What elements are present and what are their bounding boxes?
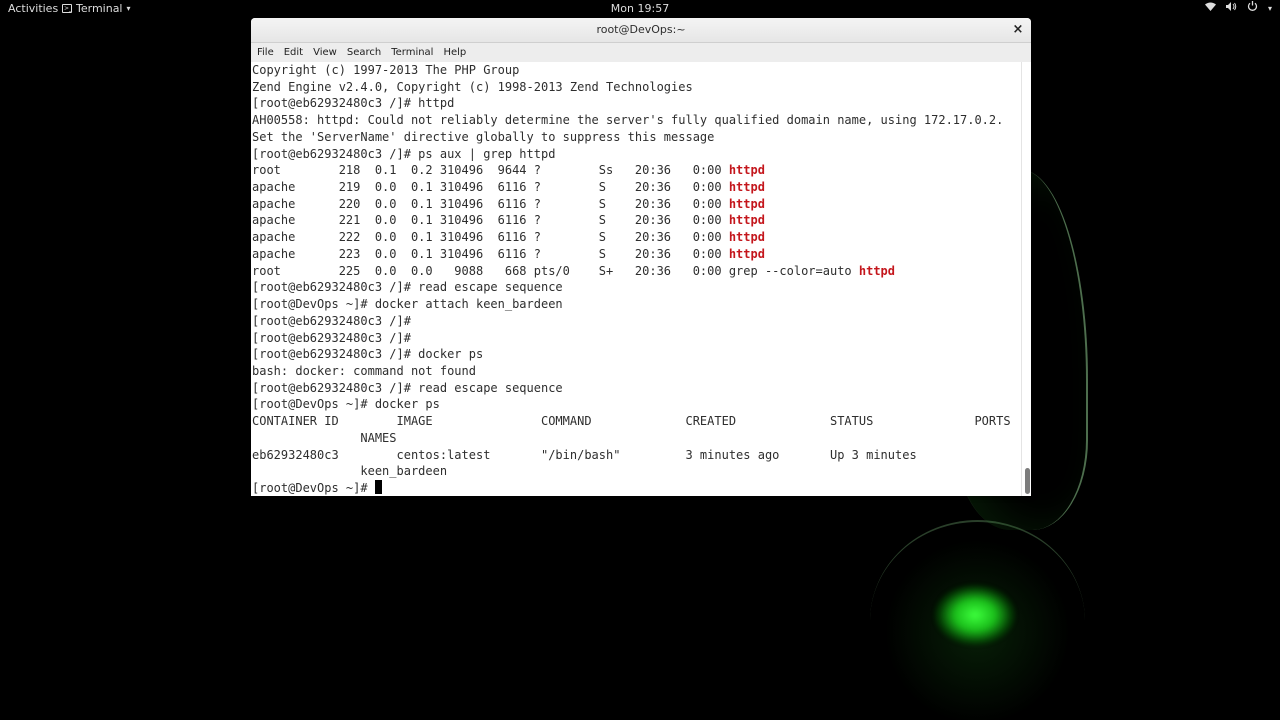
menu-item-edit[interactable]: Edit <box>284 43 308 62</box>
terminal-line-text: apache 223 0.0 0.1 310496 6116 ? S 20:36… <box>252 246 729 261</box>
window-title: root@DevOps:~ <box>596 23 686 36</box>
terminal-prompt-line[interactable]: [root@DevOps ~]# <box>252 479 1022 496</box>
terminal-line: NAMES <box>252 430 1022 447</box>
terminal-line-text: AH00558: httpd: Could not reliably deter… <box>252 113 1004 128</box>
terminal-line: [root@eb62932480c3 /]# httpd <box>252 95 1022 112</box>
terminal-line: [root@eb62932480c3 /]# ps aux | grep htt… <box>252 146 1022 163</box>
menu-item-file[interactable]: File <box>257 43 279 62</box>
terminal-line: [root@eb62932480c3 /]# docker ps <box>252 346 1022 363</box>
grep-match-highlight: httpd <box>728 180 765 195</box>
terminal-line-text: [root@eb62932480c3 /]# docker ps <box>252 347 484 362</box>
power-icon <box>1247 0 1258 17</box>
terminal-line: keen_bardeen <box>252 463 1022 480</box>
volume-icon <box>1225 0 1237 17</box>
grep-match-highlight: httpd <box>728 213 765 228</box>
terminal-line-text: [root@DevOps ~]# docker attach keen_bard… <box>252 297 563 312</box>
clock[interactable]: Mon 19:57 <box>0 0 1280 17</box>
grep-match-highlight: httpd <box>858 263 895 278</box>
close-icon[interactable]: × <box>1011 18 1025 42</box>
terminal-line-text: Copyright (c) 1997-2013 The PHP Group <box>252 63 520 77</box>
terminal-line-text: [root@eb62932480c3 /]# read escape seque… <box>252 380 563 395</box>
window-titlebar[interactable]: root@DevOps:~ × <box>251 18 1031 43</box>
menu-item-terminal[interactable]: Terminal <box>391 43 438 62</box>
terminal-line: apache 221 0.0 0.1 310496 6116 ? S 20:36… <box>252 212 1022 229</box>
menu-item-help[interactable]: Help <box>443 43 471 62</box>
terminal-line: [root@eb62932480c3 /]# read escape seque… <box>252 380 1022 397</box>
terminal-line-text: bash: docker: command not found <box>252 363 476 378</box>
menu-item-view[interactable]: View <box>313 43 342 62</box>
terminal-line: [root@DevOps ~]# docker attach keen_bard… <box>252 296 1022 313</box>
terminal-line-text: apache 221 0.0 0.1 310496 6116 ? S 20:36… <box>252 213 729 228</box>
terminal-line-text: NAMES <box>252 430 397 445</box>
terminal-line: AH00558: httpd: Could not reliably deter… <box>252 112 1022 129</box>
terminal-line: Copyright (c) 1997-2013 The PHP Group <box>252 62 1022 79</box>
terminal-line: apache 222 0.0 0.1 310496 6116 ? S 20:36… <box>252 229 1022 246</box>
shell-prompt: [root@DevOps ~]# <box>252 480 375 495</box>
terminal-line: [root@DevOps ~]# docker ps <box>252 396 1022 413</box>
terminal-line-text: [root@eb62932480c3 /]# ps aux | grep htt… <box>252 146 556 161</box>
terminal-window[interactable]: root@DevOps:~ × File Edit View Search Te… <box>251 18 1031 496</box>
terminal-line: apache 220 0.0 0.1 310496 6116 ? S 20:36… <box>252 196 1022 213</box>
wallpaper-green-glow <box>935 585 1015 645</box>
chevron-down-icon: ▾ <box>1267 4 1272 13</box>
terminal-scrollbar[interactable] <box>1021 62 1031 496</box>
terminal-line-text: Zend Engine v2.4.0, Copyright (c) 1998-2… <box>252 79 693 94</box>
scrollbar-thumb[interactable] <box>1025 468 1030 494</box>
text-cursor <box>374 479 382 494</box>
terminal-line: Set the 'ServerName' directive globally … <box>252 129 1022 146</box>
terminal-line-text: [root@eb62932480c3 /]# <box>252 313 411 328</box>
menu-bar: File Edit View Search Terminal Help <box>251 43 1031 63</box>
system-tray[interactable]: ▾ <box>1204 0 1272 17</box>
terminal-line-text: eb62932480c3 centos:latest "/bin/bash" 3… <box>252 447 917 462</box>
terminal-line-text: [root@DevOps ~]# docker ps <box>252 397 440 412</box>
grep-match-highlight: httpd <box>728 246 765 261</box>
terminal-line: root 225 0.0 0.0 9088 668 pts/0 S+ 20:36… <box>252 263 1022 280</box>
terminal-line-text: [root@eb62932480c3 /]# read escape seque… <box>252 280 563 295</box>
terminal-line-text: root 225 0.0 0.0 9088 668 pts/0 S+ 20:36… <box>252 263 859 278</box>
terminal-line-text: root 218 0.1 0.2 310496 9644 ? Ss 20:36 … <box>252 163 729 178</box>
terminal-output[interactable]: Copyright (c) 1997-2013 The PHP Group Zen… <box>251 62 1022 496</box>
terminal-line-text: [root@eb62932480c3 /]# httpd <box>252 96 455 111</box>
terminal-line: [root@eb62932480c3 /]# <box>252 313 1022 330</box>
terminal-line: [root@eb62932480c3 /]# read escape seque… <box>252 279 1022 296</box>
terminal-line: CONTAINER ID IMAGE COMMAND CREATED STATU… <box>252 413 1022 430</box>
grep-match-highlight: httpd <box>728 163 765 178</box>
gnome-top-bar: Activities >_ Terminal ▾ Mon 19:57 ▾ <box>0 0 1280 17</box>
grep-match-highlight: httpd <box>728 230 765 245</box>
terminal-line: bash: docker: command not found <box>252 363 1022 380</box>
terminal-line-text: apache 222 0.0 0.1 310496 6116 ? S 20:36… <box>252 230 729 245</box>
grep-match-highlight: httpd <box>728 196 765 211</box>
menu-item-search[interactable]: Search <box>347 43 386 62</box>
terminal-line: Zend Engine v2.4.0, Copyright (c) 1998-2… <box>252 79 1022 96</box>
terminal-line-text: apache 220 0.0 0.1 310496 6116 ? S 20:36… <box>252 196 729 211</box>
terminal-line-text: apache 219 0.0 0.1 310496 6116 ? S 20:36… <box>252 180 729 195</box>
terminal-line-text: [root@eb62932480c3 /]# <box>252 330 411 345</box>
terminal-line: root 218 0.1 0.2 310496 9644 ? Ss 20:36 … <box>252 162 1022 179</box>
terminal-line: apache 219 0.0 0.1 310496 6116 ? S 20:36… <box>252 179 1022 196</box>
terminal-line: [root@eb62932480c3 /]# <box>252 330 1022 347</box>
wifi-icon <box>1204 0 1216 17</box>
terminal-line: apache 223 0.0 0.1 310496 6116 ? S 20:36… <box>252 246 1022 263</box>
terminal-line-text: Set the 'ServerName' directive globally … <box>252 129 715 144</box>
terminal-line: eb62932480c3 centos:latest "/bin/bash" 3… <box>252 447 1022 464</box>
terminal-line-text: keen_bardeen <box>252 464 448 479</box>
terminal-line-text: CONTAINER ID IMAGE COMMAND CREATED STATU… <box>252 414 1011 429</box>
